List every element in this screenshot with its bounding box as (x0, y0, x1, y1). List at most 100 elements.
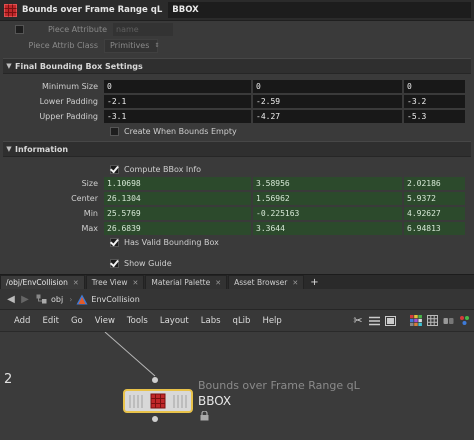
close-icon[interactable]: ✕ (215, 279, 221, 287)
back-arrow-icon[interactable]: ◀ (4, 294, 18, 305)
info-size-y: 3.58956 (253, 177, 402, 190)
menu-layout[interactable]: Layout (154, 316, 195, 326)
tab-tree-view[interactable]: Tree View ✕ (85, 275, 145, 289)
piece-attribute-label: Piece Attribute (48, 25, 107, 34)
tab-label: Material Palette (151, 278, 211, 287)
geometry-node-icon (75, 294, 89, 305)
upper-padding-y[interactable]: -4.27 (253, 110, 402, 123)
network-type-icon[interactable] (456, 315, 472, 326)
tools-icon[interactable]: ✂ (350, 314, 366, 327)
network-menu-bar: Add Edit Go View Tools Layout Labs qLib … (0, 310, 474, 332)
lower-padding-row: Lower Padding -2.1 -2.59 -3.2 (0, 94, 474, 109)
lower-padding-label: Lower Padding (39, 97, 98, 106)
compute-bbox-label: Compute BBox Info (124, 165, 202, 174)
info-max-label: Max (81, 224, 98, 233)
info-min-x: 25.5769 (104, 207, 251, 220)
section-information[interactable]: ▼ Information (3, 141, 471, 157)
tab-label: Asset Browser (234, 278, 288, 287)
network-editor[interactable]: 2 Bounds over Frame Range qL BBOX (0, 332, 474, 440)
create-when-empty-label: Create When Bounds Empty (124, 127, 237, 136)
add-tab-button[interactable]: + (305, 275, 323, 289)
pane-tab-bar: /obj/EnvCollision ✕ Tree View ✕ Material… (0, 274, 474, 289)
node-shapes-icon[interactable] (440, 316, 456, 326)
info-size-z: 2.02186 (404, 177, 465, 190)
grid-icon[interactable] (424, 315, 440, 326)
piece-attrib-class-value: Primitives (110, 41, 150, 50)
path-obj[interactable]: obj (51, 295, 63, 304)
minimum-size-y[interactable]: 0 (253, 80, 402, 93)
path-bar: ◀ ▶ obj › EnvCollision (0, 289, 474, 310)
menu-tools[interactable]: Tools (121, 316, 154, 326)
info-center-y: 1.56962 (253, 192, 402, 205)
menu-qlib[interactable]: qLib (227, 316, 257, 326)
menu-help[interactable]: Help (256, 316, 287, 326)
show-guide-label: Show Guide (124, 259, 172, 268)
node-type-icon (3, 3, 17, 17)
piece-attribute-toggle[interactable] (15, 25, 24, 34)
info-min-label: Min (83, 209, 98, 218)
piece-attribute-input[interactable]: name (113, 23, 173, 36)
color-palette-icon[interactable] (408, 315, 424, 326)
tab-material-palette[interactable]: Material Palette ✕ (145, 275, 228, 289)
lower-padding-y[interactable]: -2.59 (253, 95, 402, 108)
piece-attribute-row: Piece Attribute name (0, 22, 474, 37)
info-max-z: 6.94813 (404, 222, 465, 235)
menu-labs[interactable]: Labs (195, 316, 227, 326)
lower-padding-z[interactable]: -3.2 (404, 95, 465, 108)
info-row-size: Size 1.10698 3.58956 2.02186 (0, 176, 474, 191)
info-center-z: 5.9372 (404, 192, 465, 205)
forward-arrow-icon[interactable]: ▶ (18, 294, 32, 305)
close-icon[interactable]: ✕ (133, 279, 139, 287)
minimum-size-row: Minimum Size 0 0 0 (0, 79, 474, 94)
upper-padding-z[interactable]: -5.3 (404, 110, 465, 123)
minimum-size-z[interactable]: 0 (404, 80, 465, 93)
has-valid-checkbox[interactable] (110, 238, 119, 247)
menu-go[interactable]: Go (65, 316, 89, 326)
section-final-bbox[interactable]: ▼ Final Bounding Box Settings (3, 58, 471, 74)
node-type-icon (150, 393, 166, 409)
display-options-icon[interactable] (382, 315, 398, 326)
obj-network-icon (34, 294, 48, 304)
node-name-caption[interactable]: BBOX (198, 394, 231, 408)
info-row-max: Max 26.6839 3.3644 6.94813 (0, 221, 474, 236)
show-guide-checkbox[interactable] (110, 259, 119, 268)
compute-bbox-row: Compute BBox Info (0, 162, 474, 177)
menu-view[interactable]: View (89, 316, 121, 326)
info-min-z: 4.92627 (404, 207, 465, 220)
parameter-header: Bounds over Frame Range qL BBOX (0, 0, 474, 21)
collapse-triangle-icon: ▼ (6, 62, 12, 70)
minimum-size-x[interactable]: 0 (104, 80, 251, 93)
info-center-label: Center (71, 194, 98, 203)
info-max-x: 26.6839 (104, 222, 251, 235)
piece-attrib-class-label: Piece Attrib Class (28, 41, 98, 50)
path-node[interactable]: EnvCollision (91, 295, 139, 304)
tab-label: /obj/EnvCollision (6, 278, 68, 287)
section-info-title: Information (15, 144, 69, 154)
bbox-node[interactable] (123, 389, 193, 413)
compute-bbox-checkbox[interactable] (110, 165, 119, 174)
create-when-empty-checkbox[interactable] (110, 127, 119, 136)
upper-padding-row: Upper Padding -3.1 -4.27 -5.3 (0, 109, 474, 124)
info-row-center: Center 26.1304 1.56962 5.9372 (0, 191, 474, 206)
node-name-field[interactable]: BBOX (168, 2, 471, 18)
close-icon[interactable]: ✕ (292, 279, 298, 287)
close-icon[interactable]: ✕ (73, 279, 79, 287)
menu-add[interactable]: Add (8, 316, 36, 326)
piece-attrib-class-row: Piece Attrib Class Primitives ⇕ (0, 38, 474, 53)
create-when-empty-row: Create When Bounds Empty (0, 124, 474, 139)
upper-padding-x[interactable]: -3.1 (104, 110, 251, 123)
upper-padding-label: Upper Padding (39, 112, 98, 121)
has-valid-row: Has Valid Bounding Box (0, 235, 474, 250)
piece-attrib-class-select[interactable]: Primitives ⇕ (104, 38, 159, 53)
info-center-x: 26.1304 (104, 192, 251, 205)
tab-asset-browser[interactable]: Asset Browser ✕ (228, 275, 305, 289)
info-min-y: -0.225163 (253, 207, 402, 220)
info-size-x: 1.10698 (104, 177, 251, 190)
list-view-icon[interactable] (366, 316, 382, 326)
section-final-title: Final Bounding Box Settings (15, 61, 143, 71)
lower-padding-x[interactable]: -2.1 (104, 95, 251, 108)
tab-envcollision[interactable]: /obj/EnvCollision ✕ (0, 275, 85, 289)
node-stripes-left (129, 395, 143, 408)
menu-edit[interactable]: Edit (36, 316, 64, 326)
info-max-y: 3.3644 (253, 222, 402, 235)
